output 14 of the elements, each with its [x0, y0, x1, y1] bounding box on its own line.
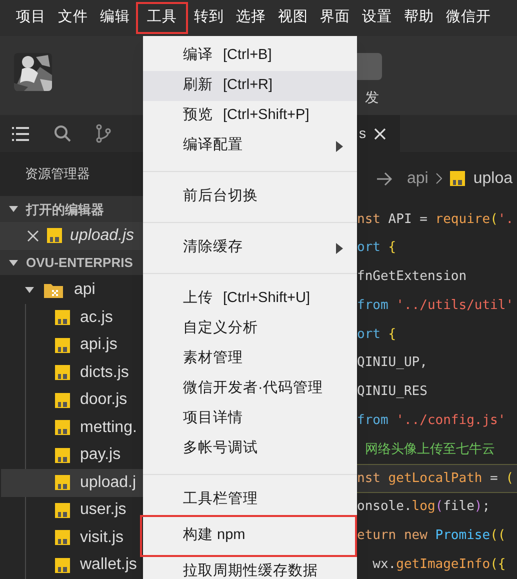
code-line: from '../utils/util' — [357, 296, 515, 315]
panel-title: 资源管理器 — [25, 165, 90, 184]
code-line: QINIU_UP, — [357, 354, 428, 372]
code-line: ort { — [357, 239, 398, 258]
code-line: nst API = require('. — [357, 210, 515, 229]
code-line: QINIU_RES — [357, 383, 428, 402]
code-line: 网络头像上传至七牛云 — [364, 440, 496, 459]
code-line: onsole.log(file); — [357, 498, 492, 516]
code-line: fnGetExtension — [357, 268, 468, 286]
code-line: from '../config.js' — [357, 412, 507, 430]
toolbar-caption: 发 — [365, 88, 379, 107]
code-line: eturn new Promise(( — [357, 527, 507, 546]
code-line: ort { — [357, 326, 398, 344]
code-line: wx.getImageInfo({ — [372, 556, 507, 574]
